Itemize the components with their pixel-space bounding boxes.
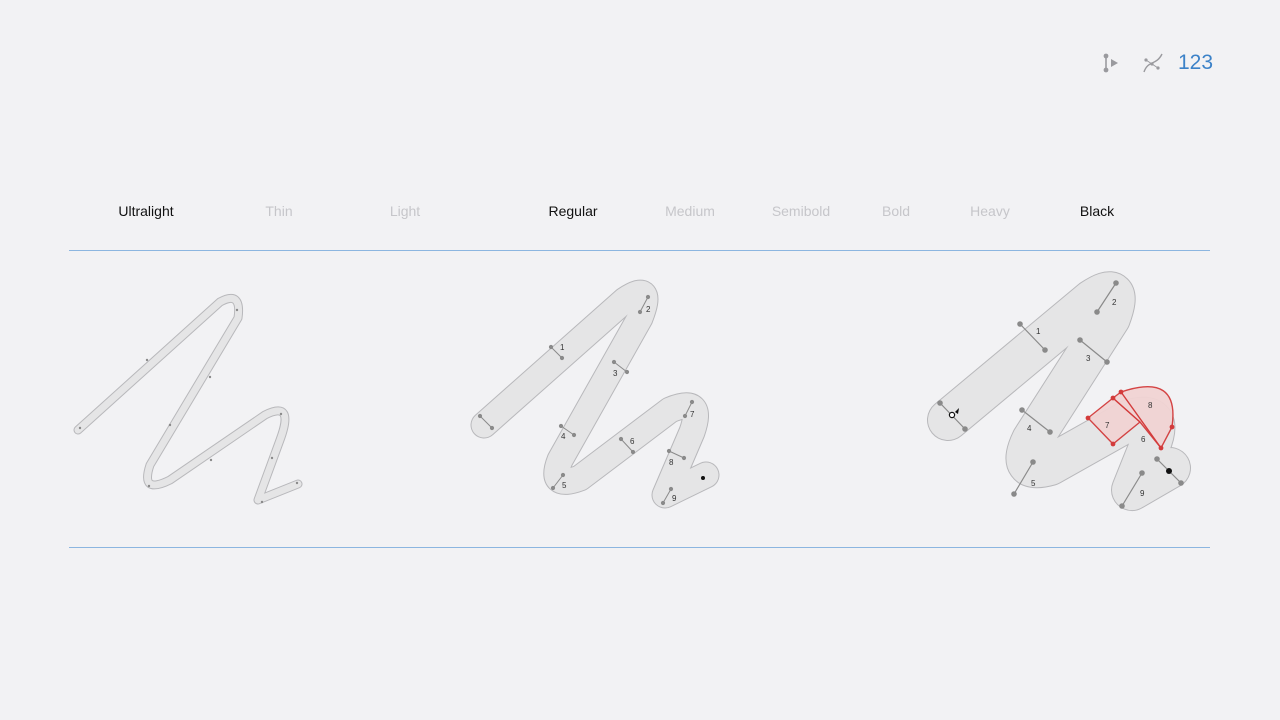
segment-9-label: 9 <box>672 494 677 503</box>
segment-7-label: 7 <box>690 410 695 419</box>
segment-6-label: 6 <box>1141 435 1146 444</box>
segment-5-label: 5 <box>1031 479 1036 488</box>
segment-4-label: 4 <box>561 432 566 441</box>
black-glyph: 1 2 3 4 5 6 7 8 9 <box>927 271 1191 511</box>
segment-2-label: 2 <box>646 305 651 314</box>
segment-1-label: 1 <box>1036 327 1041 336</box>
segment-2-label: 2 <box>1112 298 1117 307</box>
segment-5-label: 5 <box>562 481 567 490</box>
segment-1-label: 1 <box>560 343 565 352</box>
segment-9-label: 9 <box>1140 489 1145 498</box>
segment-6-label: 6 <box>630 437 635 446</box>
glyph-canvas: 1 2 3 4 5 6 7 8 9 1 2 3 4 5 6 7 8 9 <box>73 271 1191 511</box>
segment-7-label: 7 <box>1105 421 1110 430</box>
segment-3-label: 3 <box>613 369 618 378</box>
segment-4-label: 4 <box>1027 424 1032 433</box>
regular-glyph: 1 2 3 4 5 6 7 8 9 <box>470 279 720 509</box>
segment-3-label: 3 <box>1086 354 1091 363</box>
segment-8-label: 8 <box>669 458 674 467</box>
segment-8-label: 8 <box>1148 401 1153 410</box>
ultralight-glyph <box>73 294 303 505</box>
